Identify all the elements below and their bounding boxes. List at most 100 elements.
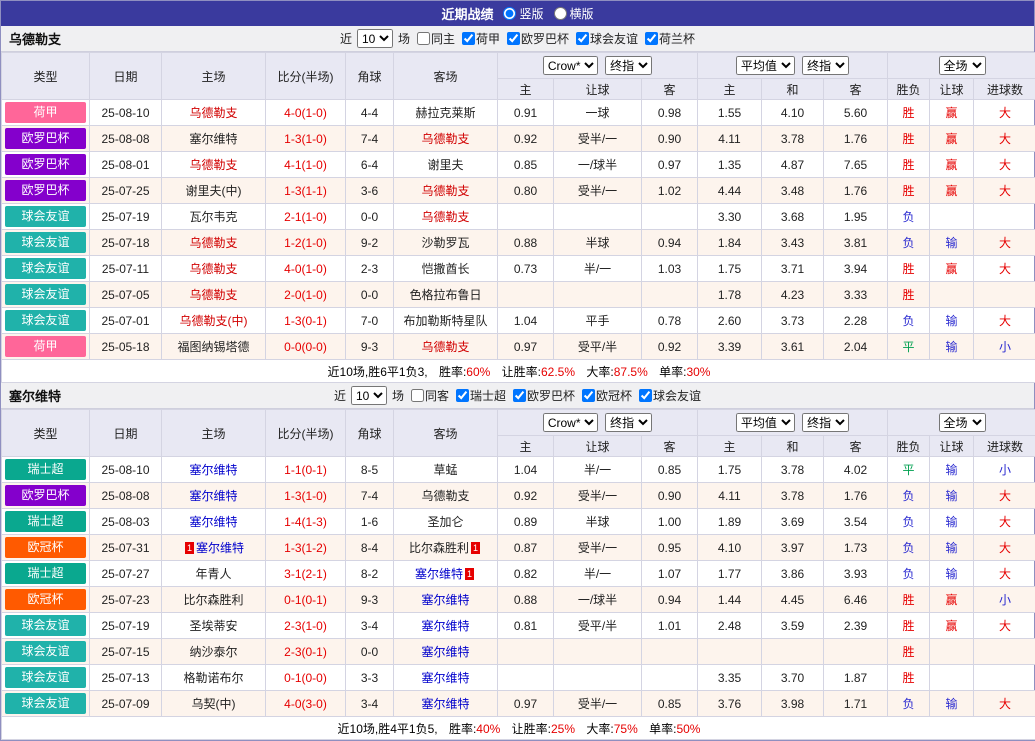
- league-checkbox[interactable]: [576, 32, 589, 45]
- home-team-cell[interactable]: 瓦尔韦克: [162, 204, 266, 230]
- home-team-cell[interactable]: 乌德勒支: [162, 152, 266, 178]
- home-team-cell[interactable]: 乌德勒支: [162, 230, 266, 256]
- avg-away-cell: 1.87: [824, 665, 888, 691]
- away-team-cell[interactable]: 塞尔维特: [394, 665, 498, 691]
- score-cell[interactable]: 0-1(0-0): [266, 665, 346, 691]
- away-team-cell[interactable]: 塞尔维特: [394, 691, 498, 717]
- team-name-text: 谢里夫: [427, 158, 463, 172]
- vertical-layout-radio[interactable]: [503, 7, 516, 20]
- score-cell[interactable]: 1-3(1-1): [266, 178, 346, 204]
- away-team-cell[interactable]: 恺撒酋长: [394, 256, 498, 282]
- home-team-cell[interactable]: 格勒诺布尔: [162, 665, 266, 691]
- avg-away-cell: 3.81: [824, 230, 888, 256]
- home-team-cell[interactable]: 塞尔维特: [162, 483, 266, 509]
- away-team-cell[interactable]: 草蜢: [394, 457, 498, 483]
- score-cell[interactable]: 1-1(0-1): [266, 457, 346, 483]
- league-checkbox[interactable]: [507, 32, 520, 45]
- same-venue-checkbox[interactable]: [411, 389, 424, 402]
- odds-stage-select[interactable]: 终指: [605, 56, 652, 75]
- away-team-cell[interactable]: 沙勒罗瓦: [394, 230, 498, 256]
- odds-company-select[interactable]: Crow*: [543, 56, 598, 75]
- away-team-cell[interactable]: 赫拉克莱斯: [394, 100, 498, 126]
- away-team-cell[interactable]: 乌德勒支: [394, 126, 498, 152]
- away-team-cell[interactable]: 乌德勒支: [394, 204, 498, 230]
- home-team-cell[interactable]: 年青人: [162, 561, 266, 587]
- avg-stage-select[interactable]: 终指: [802, 56, 849, 75]
- league-cell: 荷甲: [2, 334, 90, 360]
- score-cell[interactable]: 4-0(1-0): [266, 256, 346, 282]
- horizontal-layout-radio[interactable]: [554, 7, 567, 20]
- league-checkbox[interactable]: [582, 389, 595, 402]
- league-checkbox[interactable]: [645, 32, 658, 45]
- league-checkbox[interactable]: [639, 389, 652, 402]
- home-team-cell[interactable]: 塞尔维特: [162, 457, 266, 483]
- league-checkbox[interactable]: [456, 389, 469, 402]
- scope-select[interactable]: 全场: [939, 56, 986, 75]
- away-team-cell[interactable]: 乌德勒支: [394, 483, 498, 509]
- avg-home-cell: 4.11: [698, 126, 762, 152]
- away-team-cell[interactable]: 圣加仑: [394, 509, 498, 535]
- league-cell: 球会友谊: [2, 256, 90, 282]
- col-result-goals: 进球数: [974, 436, 1035, 457]
- league-checkbox[interactable]: [462, 32, 475, 45]
- score-cell[interactable]: 1-2(1-0): [266, 230, 346, 256]
- avg-type-select[interactable]: 平均值: [736, 56, 795, 75]
- score-cell[interactable]: 4-1(1-0): [266, 152, 346, 178]
- away-team-cell[interactable]: 塞尔维特: [394, 613, 498, 639]
- score-cell[interactable]: 0-1(0-1): [266, 587, 346, 613]
- home-team-cell[interactable]: 塞尔维特: [162, 126, 266, 152]
- scope-select[interactable]: 全场: [939, 413, 986, 432]
- home-team-cell[interactable]: 塞尔维特: [162, 509, 266, 535]
- score-cell[interactable]: 1-3(1-2): [266, 535, 346, 561]
- score-cell[interactable]: 2-3(0-1): [266, 639, 346, 665]
- avg-away-cell: 7.65: [824, 152, 888, 178]
- away-team-cell[interactable]: 乌德勒支: [394, 334, 498, 360]
- avg-stage-select[interactable]: 终指: [802, 413, 849, 432]
- team-name-text: 年青人: [195, 567, 231, 581]
- away-team-cell[interactable]: 色格拉布鲁日: [394, 282, 498, 308]
- odds-stage-select[interactable]: 终指: [605, 413, 652, 432]
- match-count-select[interactable]: 10: [351, 386, 387, 405]
- score-cell[interactable]: 0-0(0-0): [266, 334, 346, 360]
- corner-cell: 6-4: [346, 152, 394, 178]
- score-cell[interactable]: 1-3(1-0): [266, 483, 346, 509]
- home-team-cell[interactable]: 比尔森胜利: [162, 587, 266, 613]
- score-cell[interactable]: 1-4(1-3): [266, 509, 346, 535]
- score-cell[interactable]: 3-1(2-1): [266, 561, 346, 587]
- away-team-cell[interactable]: 谢里夫: [394, 152, 498, 178]
- home-team-cell[interactable]: 圣埃蒂安: [162, 613, 266, 639]
- away-team-cell[interactable]: 塞尔维特: [394, 639, 498, 665]
- avg-type-select[interactable]: 平均值: [736, 413, 795, 432]
- score-cell[interactable]: 2-1(1-0): [266, 204, 346, 230]
- score-cell[interactable]: 1-3(0-1): [266, 308, 346, 334]
- home-team-cell[interactable]: 福图纳锡塔德: [162, 334, 266, 360]
- score-cell[interactable]: 1-3(1-0): [266, 126, 346, 152]
- home-odds-cell: 0.85: [498, 152, 554, 178]
- avg-draw-cell: [762, 639, 824, 665]
- home-team-cell[interactable]: 乌德勒支(中): [162, 308, 266, 334]
- home-team-cell[interactable]: 乌德勒支: [162, 256, 266, 282]
- away-team-cell[interactable]: 塞尔维特: [394, 587, 498, 613]
- home-team-cell[interactable]: 谢里夫(中): [162, 178, 266, 204]
- away-team-cell[interactable]: 布加勒斯特星队: [394, 308, 498, 334]
- score-cell[interactable]: 2-0(1-0): [266, 282, 346, 308]
- odds-company-select[interactable]: Crow*: [543, 413, 598, 432]
- same-venue-checkbox[interactable]: [417, 32, 430, 45]
- away-team-cell[interactable]: 乌德勒支: [394, 178, 498, 204]
- col-date: 日期: [90, 410, 162, 457]
- match-count-select[interactable]: 10: [357, 29, 393, 48]
- summary-row: 近10场,胜4平1负5, 胜率:40% 让胜率:25% 大率:75% 单率:50…: [2, 717, 1035, 740]
- score-cell[interactable]: 2-3(1-0): [266, 613, 346, 639]
- home-team-cell[interactable]: 纳沙泰尔: [162, 639, 266, 665]
- match-row: 欧罗巴杯25-08-08塞尔维特1-3(1-0)7-4乌德勒支0.92受半/一0…: [2, 483, 1035, 509]
- home-team-cell[interactable]: 乌契(中): [162, 691, 266, 717]
- home-team-cell[interactable]: 乌德勒支: [162, 282, 266, 308]
- home-team-cell[interactable]: 乌德勒支: [162, 100, 266, 126]
- date-cell: 25-07-18: [90, 230, 162, 256]
- score-cell[interactable]: 4-0(1-0): [266, 100, 346, 126]
- away-team-cell[interactable]: 塞尔维特1: [394, 561, 498, 587]
- score-cell[interactable]: 4-0(3-0): [266, 691, 346, 717]
- home-team-cell[interactable]: 1塞尔维特: [162, 535, 266, 561]
- away-team-cell[interactable]: 比尔森胜利1: [394, 535, 498, 561]
- league-checkbox[interactable]: [513, 389, 526, 402]
